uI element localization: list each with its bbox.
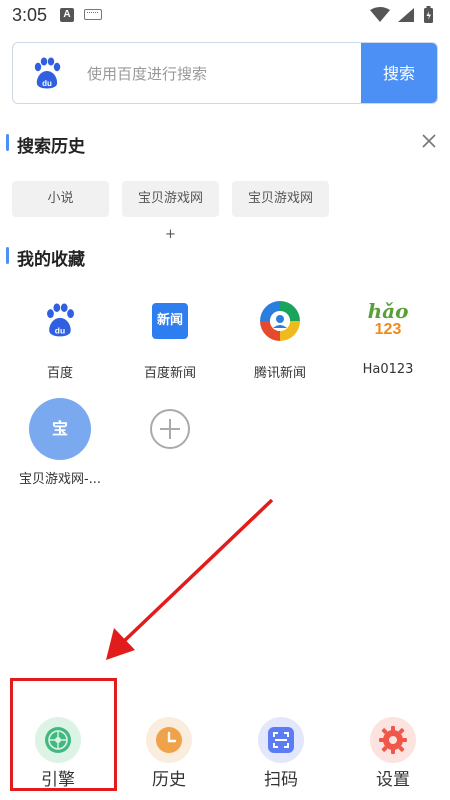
baidu-paw-icon: du [34, 57, 61, 89]
nav-scan-label: 扫码 [264, 770, 298, 790]
close-icon[interactable] [420, 132, 438, 150]
search-button[interactable]: 搜索 [361, 43, 437, 103]
engine-icon [35, 717, 81, 763]
scan-icon [258, 717, 304, 763]
wifi-icon [370, 7, 390, 22]
history-chip-list: 小说 宝贝游戏网+ 宝贝游戏网 [12, 181, 329, 242]
nav-engine-label: 引擎 [41, 770, 75, 790]
favorite-label: 百度新闻 [143, 366, 196, 381]
nav-scan[interactable]: 扫码 [248, 717, 314, 790]
hao123-icon: hǎo 123 [366, 301, 410, 341]
signal-icon [398, 8, 414, 22]
notification-a-icon: A [60, 8, 74, 22]
hao123-top-text: hǎo [367, 299, 409, 323]
history-chip[interactable]: 小说 [12, 181, 109, 217]
nav-engine[interactable]: 引擎 [25, 717, 91, 790]
favorite-label: 百度 [46, 366, 73, 381]
hao123-bottom-text: 123 [374, 321, 402, 338]
favorite-label: 腾讯新闻 [253, 366, 306, 381]
keyboard-icon [84, 9, 102, 20]
favorite-baidu[interactable]: du 百度 [12, 295, 108, 385]
favorite-baidu-news[interactable]: 新闻 百度新闻 [122, 295, 218, 385]
favorite-label: 宝贝游戏网-... [18, 472, 102, 487]
status-bar: 3:05 A [0, 0, 450, 32]
nav-history[interactable]: 历史 [136, 717, 202, 790]
gear-icon [370, 717, 416, 763]
system-status-icons [370, 6, 433, 23]
nav-settings[interactable]: 设置 [360, 717, 426, 790]
favorite-tencent-news[interactable]: 腾讯新闻 [232, 295, 328, 385]
baidu-news-icon: 新闻 [152, 303, 188, 339]
history-chip[interactable]: 宝贝游戏网 [232, 181, 329, 217]
clock-icon [146, 717, 192, 763]
search-history-title: 搜索历史 [6, 132, 85, 157]
status-time: 3:05 [12, 5, 48, 25]
baby-icon: 宝 [29, 398, 91, 460]
search-bar[interactable]: du 使用百度进行搜索 搜索 [12, 42, 438, 104]
add-favorite-button[interactable] [122, 408, 218, 452]
favorite-hao123[interactable]: hǎo 123 Ha0123 [340, 295, 436, 385]
nav-settings-label: 设置 [376, 770, 410, 790]
nav-history-label: 历史 [152, 770, 186, 790]
plus-icon [150, 409, 190, 449]
tencent-news-icon [260, 301, 300, 341]
favorite-label: Ha0123 [362, 362, 414, 377]
favorites-title: 我的收藏 [6, 245, 85, 270]
svg-text:du: du [42, 79, 52, 88]
favorite-baby-game[interactable]: 宝 宝贝游戏网-... [12, 398, 108, 488]
svg-text:du: du [55, 326, 65, 336]
history-chip[interactable]: 宝贝游戏网+ [122, 181, 219, 242]
baidu-icon: du [47, 303, 74, 337]
search-input[interactable]: 使用百度进行搜索 [87, 63, 207, 84]
